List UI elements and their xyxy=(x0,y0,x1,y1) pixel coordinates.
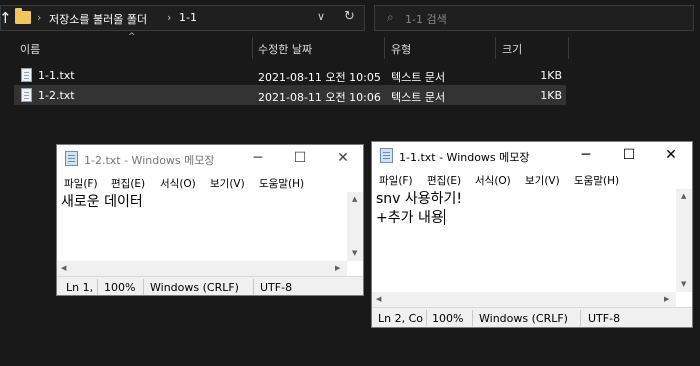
menu-bar: 파일(F) 편집(E) 서식(O) 보기(V) 도움말(H) xyxy=(57,173,363,192)
menu-view[interactable]: 보기(V) xyxy=(210,176,245,191)
text-file-icon xyxy=(21,68,32,82)
status-line-ending: Windows (CRLF) xyxy=(479,312,568,325)
column-header-type[interactable]: 유형 xyxy=(391,41,411,57)
status-bar: Ln 1, C 100% Windows (CRLF) UTF-8 xyxy=(57,276,363,295)
window-title: 1-2.txt - Windows 메모장 xyxy=(84,154,215,167)
file-row[interactable]: 1-1.txt 2021-08-11 오전 10:05 텍스트 문서 1KB xyxy=(14,65,566,85)
column-divider[interactable] xyxy=(252,37,253,59)
text-line-2: +추가 내용 xyxy=(376,210,444,226)
chevron-down-icon[interactable]: ∨ xyxy=(317,10,325,23)
menu-format[interactable]: 서식(O) xyxy=(475,173,511,188)
file-type: 텍스트 문서 xyxy=(391,71,446,84)
text-line-1: snv 사용하기! xyxy=(376,191,463,207)
file-size: 1KB xyxy=(540,69,562,82)
scroll-down-arrow-icon[interactable]: ▼ xyxy=(681,280,686,288)
column-header-name[interactable]: 이름 xyxy=(20,41,40,57)
address-bar[interactable]: ↑ › 저장소를 불러올 폴더 › 1-1 ∨ ↻ xyxy=(0,5,365,31)
column-header-size[interactable]: 크기 xyxy=(502,41,522,57)
notepad-icon xyxy=(65,151,78,166)
scroll-left-arrow-icon[interactable]: ◀ xyxy=(61,264,66,272)
scroll-up-arrow-icon[interactable]: ▲ xyxy=(681,192,686,200)
notepad-window-1-1[interactable]: 1-1.txt - Windows 메모장 ─ ☐ ✕ 파일(F) 편집(E) … xyxy=(371,141,693,328)
search-input[interactable]: ⌕ 1-1 검색 xyxy=(374,5,694,31)
menu-edit[interactable]: 편집(E) xyxy=(427,173,461,188)
maximize-button[interactable]: ☐ xyxy=(615,145,643,165)
close-button[interactable]: ✕ xyxy=(329,148,357,168)
minimize-button[interactable]: ─ xyxy=(244,148,272,168)
notepad-icon xyxy=(380,148,393,163)
status-divider xyxy=(426,310,427,326)
status-divider xyxy=(253,279,254,295)
menu-format[interactable]: 서식(O) xyxy=(160,176,196,191)
menu-help[interactable]: 도움말(H) xyxy=(259,176,304,191)
text-cursor xyxy=(443,209,445,225)
text-file-icon xyxy=(21,88,32,102)
close-button[interactable]: ✕ xyxy=(657,145,685,165)
status-divider xyxy=(580,310,581,326)
column-divider[interactable] xyxy=(384,37,385,59)
column-header-modified[interactable]: 수정한 날짜 xyxy=(258,41,312,57)
file-size: 1KB xyxy=(540,89,562,102)
menu-file[interactable]: 파일(F) xyxy=(379,173,413,188)
scroll-up-arrow-icon[interactable]: ▲ xyxy=(352,195,357,203)
menu-help[interactable]: 도움말(H) xyxy=(574,173,619,188)
title-bar[interactable]: 1-1.txt - Windows 메모장 ─ ☐ ✕ xyxy=(372,142,692,170)
text-area[interactable]: 새로운 데이터 xyxy=(57,193,143,212)
notepad-window-1-2[interactable]: 1-2.txt - Windows 메모장 ─ ☐ ✕ 파일(F) 편집(E) … xyxy=(56,144,364,296)
status-zoom: 100% xyxy=(104,281,136,294)
status-divider xyxy=(143,279,144,295)
back-arrow-icon[interactable]: ↑ xyxy=(0,9,12,27)
file-name: 1-1.txt xyxy=(38,69,75,82)
vertical-scrollbar[interactable]: ▲ ▼ xyxy=(676,189,692,292)
status-encoding: UTF-8 xyxy=(260,281,293,294)
scroll-right-arrow-icon[interactable]: ▶ xyxy=(335,264,340,272)
status-line-ending: Windows (CRLF) xyxy=(150,281,239,294)
refresh-icon[interactable]: ↻ xyxy=(344,9,355,24)
file-modified: 2021-08-11 오전 10:05 xyxy=(258,71,381,84)
menu-file[interactable]: 파일(F) xyxy=(64,176,98,191)
file-row-selected[interactable]: 1-2.txt 2021-08-11 오전 10:06 텍스트 문서 1KB xyxy=(14,85,566,105)
status-zoom: 100% xyxy=(432,312,464,325)
breadcrumb-chevron-icon[interactable]: › xyxy=(37,11,41,24)
scroll-down-arrow-icon[interactable]: ▼ xyxy=(352,249,357,257)
scroll-left-arrow-icon[interactable]: ◀ xyxy=(376,295,381,303)
vertical-scrollbar[interactable]: ▲ ▼ xyxy=(347,192,363,261)
minimize-button[interactable]: ─ xyxy=(572,145,600,165)
maximize-button[interactable]: ☐ xyxy=(286,148,314,168)
status-divider xyxy=(472,310,473,326)
column-divider[interactable] xyxy=(495,37,496,59)
text-area[interactable]: snv 사용하기! +추가 내용 xyxy=(372,190,462,228)
folder-icon xyxy=(15,8,31,24)
search-placeholder: 1-1 검색 xyxy=(405,13,447,26)
column-divider[interactable] xyxy=(568,37,569,59)
status-encoding: UTF-8 xyxy=(588,312,621,325)
status-bar: Ln 2, Co 100% Windows (CRLF) UTF-8 xyxy=(372,307,692,327)
title-bar[interactable]: 1-2.txt - Windows 메모장 ─ ☐ ✕ xyxy=(57,145,363,173)
horizontal-scrollbar[interactable]: ◀ ▶ xyxy=(372,292,676,307)
status-position: Ln 2, Co xyxy=(378,312,423,325)
sort-caret-icon: ^ xyxy=(128,32,136,42)
status-divider xyxy=(97,279,98,295)
menu-view[interactable]: 보기(V) xyxy=(525,173,560,188)
menu-bar: 파일(F) 편집(E) 서식(O) 보기(V) 도움말(H) xyxy=(372,170,692,189)
breadcrumb-chevron-icon[interactable]: › xyxy=(167,11,171,24)
scroll-right-arrow-icon[interactable]: ▶ xyxy=(664,295,669,303)
status-position: Ln 1, C xyxy=(66,281,96,294)
file-type: 텍스트 문서 xyxy=(391,91,446,104)
breadcrumb-item-current[interactable]: 1-1 xyxy=(179,11,197,24)
breadcrumb-item-parent[interactable]: 저장소를 불러올 폴더 xyxy=(49,11,147,27)
search-icon: ⌕ xyxy=(387,10,394,24)
horizontal-scrollbar[interactable]: ◀ ▶ xyxy=(57,261,347,276)
menu-edit[interactable]: 편집(E) xyxy=(111,176,145,191)
file-name: 1-2.txt xyxy=(38,89,75,102)
window-title: 1-1.txt - Windows 메모장 xyxy=(399,151,530,164)
file-modified: 2021-08-11 오전 10:06 xyxy=(258,91,381,104)
